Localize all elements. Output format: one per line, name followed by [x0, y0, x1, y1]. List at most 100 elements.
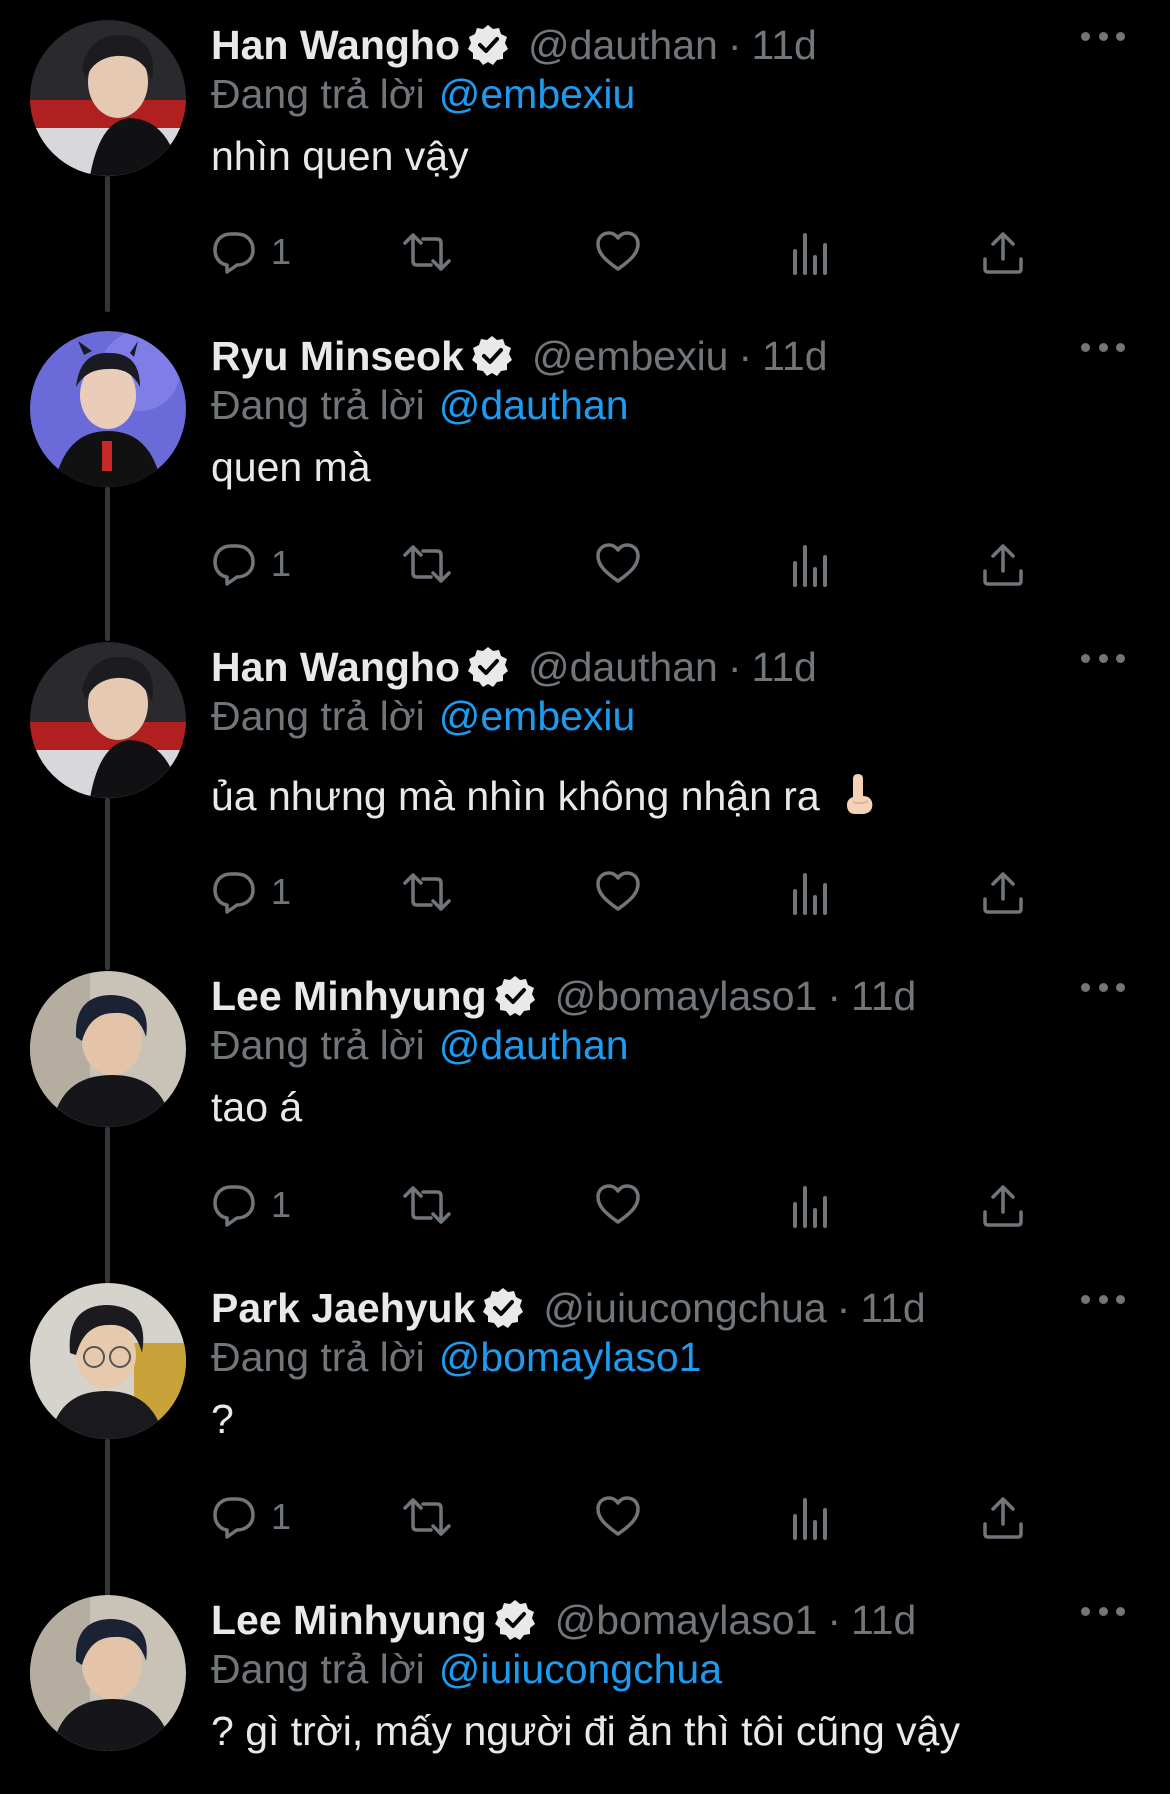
reply-button[interactable]: 1	[211, 1179, 291, 1231]
tweet-actions: 1	[211, 866, 1051, 918]
views-button[interactable]	[791, 866, 831, 918]
tweet[interactable]: Lee Minhyung @bomaylaso1 · 11d Đang trả …	[0, 1595, 1170, 1794]
user-handle[interactable]: @iuiucongchua	[543, 1283, 826, 1333]
tweet[interactable]: Ryu Minseok @embexiu · 11d Đang trả lời @…	[0, 331, 1170, 641]
tweet[interactable]: Lee Minhyung @bomaylaso1 · 11d Đang trả …	[0, 971, 1170, 1283]
share-button[interactable]	[981, 1491, 1025, 1543]
tweet-text-content: ủa nhưng mà nhìn không nhận ra	[211, 773, 820, 819]
display-name[interactable]: Ryu Minseok	[211, 331, 464, 381]
user-handle[interactable]: @embexiu	[532, 331, 729, 381]
thread-connector-line	[105, 1127, 110, 1283]
views-button[interactable]	[791, 538, 831, 590]
retweet-icon	[403, 233, 451, 271]
reply-count: 1	[271, 1184, 292, 1225]
separator-dot: ·	[836, 1285, 851, 1331]
like-button[interactable]	[595, 538, 641, 590]
verified-badge-icon	[470, 334, 514, 378]
timestamp[interactable]: 11d	[752, 642, 817, 692]
like-button[interactable]	[595, 866, 641, 918]
retweet-button[interactable]	[401, 1491, 453, 1543]
reply-count: 1	[271, 871, 292, 912]
views-button[interactable]	[791, 1179, 831, 1231]
reply-to-mention[interactable]: @iuiucongchua	[439, 1646, 722, 1692]
like-button[interactable]	[595, 1491, 641, 1543]
reply-to-mention[interactable]: @embexiu	[439, 71, 636, 117]
user-handle[interactable]: @dauthan	[528, 642, 718, 692]
more-options-icon[interactable]	[1081, 975, 1125, 999]
reply-to-mention[interactable]: @bomaylaso1	[439, 1334, 702, 1380]
reply-icon	[213, 1185, 255, 1227]
views-button[interactable]	[791, 1491, 831, 1543]
reply-to-mention[interactable]: @embexiu	[439, 693, 636, 739]
tweet-text-content: ? gì trời, mấy người đi ăn thì tôi cũng …	[211, 1708, 960, 1754]
more-options-icon[interactable]	[1081, 24, 1125, 48]
user-handle[interactable]: @bomaylaso1	[555, 971, 818, 1021]
avatar[interactable]	[30, 20, 186, 176]
reply-button[interactable]: 1	[211, 1491, 291, 1543]
display-name[interactable]: Park Jaehyuk	[211, 1283, 475, 1333]
share-button[interactable]	[981, 226, 1025, 278]
avatar[interactable]	[30, 1283, 186, 1439]
reply-prefix: Đang trả lời	[211, 693, 425, 739]
avatar[interactable]	[30, 971, 186, 1127]
more-options-icon[interactable]	[1081, 646, 1125, 670]
display-name[interactable]: Lee Minhyung	[211, 1595, 487, 1645]
share-button[interactable]	[981, 538, 1025, 590]
reply-icon	[213, 1497, 255, 1539]
user-handle[interactable]: @dauthan	[528, 20, 718, 70]
retweet-button[interactable]	[401, 866, 453, 918]
timestamp[interactable]: 11d	[752, 20, 817, 70]
reply-prefix: Đang trả lời	[211, 1646, 425, 1692]
more-options-icon[interactable]	[1081, 335, 1125, 359]
reply-to-mention[interactable]: @dauthan	[439, 1022, 629, 1068]
display-name[interactable]: Lee Minhyung	[211, 971, 487, 1021]
more-options-icon[interactable]	[1081, 1599, 1125, 1623]
reply-count: 1	[271, 543, 292, 584]
views-icon	[793, 233, 827, 275]
tweet[interactable]: Han Wangho @dauthan · 11d Đang trả lời @e…	[0, 642, 1170, 970]
share-button[interactable]	[981, 1179, 1025, 1231]
retweet-button[interactable]	[401, 226, 453, 278]
timestamp[interactable]: 11d	[860, 1283, 925, 1333]
like-icon	[596, 1496, 640, 1536]
tweet-text: quen mà	[211, 443, 1170, 491]
reply-thread: Han Wangho @dauthan · 11d Đang trả lời @e…	[0, 0, 1170, 1794]
avatar[interactable]	[30, 642, 186, 798]
avatar[interactable]	[30, 331, 186, 487]
tweet-text: nhìn quen vậy	[211, 132, 1170, 180]
reply-icon	[213, 872, 255, 914]
views-button[interactable]	[791, 226, 831, 278]
like-button[interactable]	[595, 1179, 641, 1231]
timestamp[interactable]: 11d	[851, 1595, 916, 1645]
retweet-icon	[403, 545, 451, 583]
reply-button[interactable]: 1	[211, 538, 291, 590]
tweet-text-content: quen mà	[211, 444, 371, 490]
timestamp[interactable]: 11d	[762, 331, 827, 381]
reply-icon	[213, 232, 255, 274]
display-name[interactable]: Han Wangho	[211, 20, 460, 70]
tweet-text: ?	[211, 1395, 1170, 1443]
user-handle[interactable]: @bomaylaso1	[555, 1595, 818, 1645]
display-name[interactable]: Han Wangho	[211, 642, 460, 692]
tweet-text: ủa nhưng mà nhìn không nhận ra	[211, 772, 1170, 826]
timestamp[interactable]: 11d	[851, 971, 916, 1021]
reply-button[interactable]: 1	[211, 866, 291, 918]
reply-count: 1	[271, 231, 292, 272]
like-button[interactable]	[595, 226, 641, 278]
retweet-button[interactable]	[401, 538, 453, 590]
tweet-actions: 1	[211, 538, 1051, 590]
like-icon	[596, 871, 640, 911]
tweet-text-content: ?	[211, 1396, 234, 1442]
verified-badge-icon	[493, 974, 537, 1018]
share-button[interactable]	[981, 866, 1025, 918]
retweet-button[interactable]	[401, 1179, 453, 1231]
reply-to-mention[interactable]: @dauthan	[439, 382, 629, 428]
share-icon	[983, 1497, 1023, 1539]
tweet-text-content: nhìn quen vậy	[211, 133, 469, 179]
views-icon	[793, 1498, 827, 1540]
tweet[interactable]: Park Jaehyuk @iuiucongchua · 11d Đang tr…	[0, 1283, 1170, 1596]
more-options-icon[interactable]	[1081, 1287, 1125, 1311]
reply-button[interactable]: 1	[211, 226, 291, 278]
avatar[interactable]	[30, 1595, 186, 1751]
tweet[interactable]: Han Wangho @dauthan · 11d Đang trả lời @e…	[0, 20, 1170, 312]
